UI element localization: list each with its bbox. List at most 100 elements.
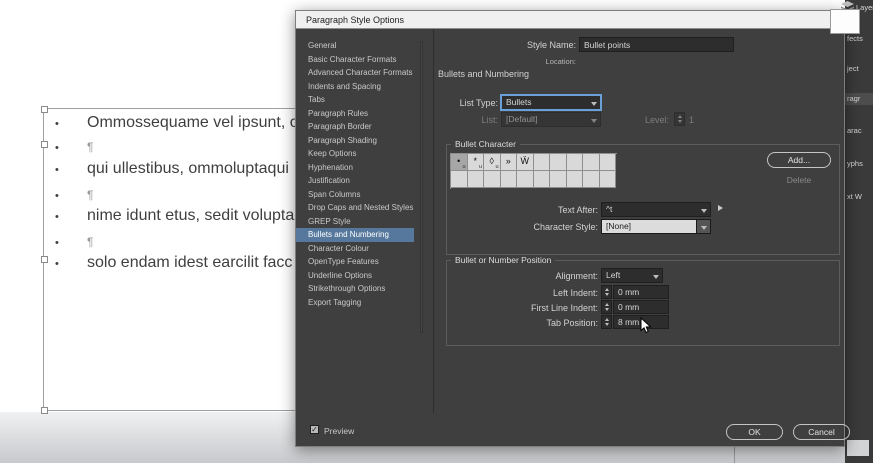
- pilcrow-mark: ¶: [87, 140, 93, 154]
- alignment-label: Alignment:: [516, 271, 598, 281]
- chevron-down-icon: [591, 102, 597, 106]
- sidebar-item-keep-options[interactable]: Keep Options: [296, 147, 414, 161]
- bullet-glyph: •: [55, 211, 59, 223]
- text-after-combo[interactable]: ^t: [601, 202, 711, 217]
- app-window: • Ommossequame vel ipsunt, o • ¶ • qui u…: [0, 0, 873, 463]
- sidebar-item-tabs[interactable]: Tabs: [296, 93, 414, 107]
- bullet-glyph: •: [55, 190, 59, 202]
- character-style-dropdown[interactable]: [None]: [601, 219, 711, 234]
- frame-handle[interactable]: [41, 106, 48, 113]
- add-button[interactable]: Add...: [767, 152, 831, 168]
- sidebar-item-paragraph-shading[interactable]: Paragraph Shading: [296, 134, 414, 148]
- sidebar-item-bullets-and-numbering[interactable]: Bullets and Numbering: [296, 228, 414, 242]
- floating-swatch-panel: [830, 9, 860, 34]
- bullet-glyph-cell-empty[interactable]: [534, 171, 551, 188]
- paragraph-style-options-dialog: Paragraph Style Options General Basic Ch…: [295, 10, 845, 447]
- dialog-sidebar: General Basic Character Formats Advanced…: [296, 29, 434, 413]
- sidebar-item-drop-caps-and-nested-styles[interactable]: Drop Caps and Nested Styles: [296, 201, 414, 215]
- left-indent-input[interactable]: 0 mm: [613, 285, 669, 299]
- bullet-glyph-cell-empty[interactable]: [468, 171, 485, 188]
- cancel-button[interactable]: Cancel: [793, 424, 850, 440]
- chevron-down-icon: [701, 226, 707, 230]
- bullet-glyph: •: [55, 258, 59, 270]
- pilcrow-mark: ¶: [87, 235, 93, 249]
- tab-position-stepper[interactable]: [601, 315, 612, 329]
- style-name-label: Style Name:: [476, 40, 576, 50]
- doc-line: • solo endam idest earcilit facc: [43, 254, 295, 274]
- dialog-titlebar[interactable]: Paragraph Style Options: [296, 11, 844, 29]
- bullet-glyph-cell-empty[interactable]: [451, 171, 468, 188]
- sidebar-item-strikethrough-options[interactable]: Strikethrough Options: [296, 282, 414, 296]
- bullet-glyph-cell-empty[interactable]: [534, 154, 551, 171]
- bullet-glyph: •: [55, 142, 59, 154]
- sidebar-item-grep-style[interactable]: GREP Style: [296, 215, 414, 229]
- level-value: 1: [689, 115, 694, 125]
- sidebar-item-character-colour[interactable]: Character Colour: [296, 242, 414, 256]
- sidebar-item-paragraph-border[interactable]: Paragraph Border: [296, 120, 414, 134]
- bullet-glyph-cell-empty[interactable]: [484, 171, 501, 188]
- bullet-glyph-cell-empty[interactable]: [583, 154, 600, 171]
- sidebar-item-export-tagging[interactable]: Export Tagging: [296, 296, 414, 310]
- preview-label: Preview: [324, 426, 354, 436]
- bullet-glyph-cell-empty[interactable]: [501, 171, 518, 188]
- sidebar-scrollbar[interactable]: [420, 41, 423, 333]
- dock-item-character-styles[interactable]: arac: [847, 125, 873, 137]
- bullet-glyph-cell[interactable]: »: [501, 154, 518, 171]
- chevron-down-icon: [653, 275, 659, 279]
- sidebar-item-basic-character-formats[interactable]: Basic Character Formats: [296, 53, 414, 67]
- dock-item-effects[interactable]: fects: [847, 33, 873, 45]
- bullet-glyph-cell[interactable]: ◊ u: [484, 154, 501, 171]
- list-type-dropdown[interactable]: Bullets: [501, 95, 601, 110]
- unicode-marker: u: [479, 164, 482, 170]
- dock-item-glyphs[interactable]: yphs: [847, 158, 873, 170]
- dropdown-arrow-segment[interactable]: [696, 220, 710, 233]
- bullet-glyph-cell-empty[interactable]: [583, 171, 600, 188]
- list-type-label: List Type:: [426, 98, 498, 108]
- bullet-glyph-cell-empty[interactable]: [600, 171, 617, 188]
- bullet-glyph: •: [55, 237, 59, 249]
- bullet-glyph-cell[interactable]: * u: [468, 154, 485, 171]
- alignment-dropdown[interactable]: Left: [601, 268, 663, 283]
- bullet-glyph-cell-empty[interactable]: [567, 154, 584, 171]
- sidebar-item-advanced-character-formats[interactable]: Advanced Character Formats: [296, 66, 414, 80]
- doc-line: • Ommossequame vel ipsunt, o: [43, 114, 295, 134]
- bullet-glyph-cell[interactable]: Ẅ: [517, 154, 534, 171]
- bullet-glyph-cell-empty[interactable]: [600, 154, 617, 171]
- text-after-flyout-icon[interactable]: [718, 205, 723, 211]
- sidebar-item-opentype-features[interactable]: OpenType Features: [296, 255, 414, 269]
- sidebar-item-indents-and-spacing[interactable]: Indents and Spacing: [296, 80, 414, 94]
- sidebar-item-justification[interactable]: Justification: [296, 174, 414, 188]
- sidebar-item-paragraph-rules[interactable]: Paragraph Rules: [296, 107, 414, 121]
- mouse-cursor: [640, 317, 652, 334]
- first-line-indent-label: First Line Indent:: [506, 303, 598, 313]
- bullet-glyph-cell-empty[interactable]: [567, 171, 584, 188]
- bullet-position-title: Bullet or Number Position: [451, 255, 555, 265]
- bullet-glyph-cell-empty[interactable]: [550, 171, 567, 188]
- sidebar-item-underline-options[interactable]: Underline Options: [296, 269, 414, 283]
- dock-item-text-wrap[interactable]: xt W: [847, 191, 873, 203]
- bullet-glyph-cell-empty[interactable]: [550, 154, 567, 171]
- bullet-glyph-cell-empty[interactable]: [517, 171, 534, 188]
- level-label: Level:: [621, 115, 669, 125]
- location-label: Location:: [496, 57, 576, 66]
- dock-item-object-styles[interactable]: ject: [847, 63, 873, 75]
- preview-checkbox[interactable]: ✓: [310, 425, 319, 434]
- first-line-indent-input[interactable]: 0 mm: [613, 300, 669, 314]
- bullet-glyph: •: [55, 118, 59, 130]
- page-edge: [734, 447, 735, 463]
- character-style-label: Character Style:: [516, 222, 598, 232]
- sidebar-item-span-columns[interactable]: Span Columns: [296, 188, 414, 202]
- first-line-indent-stepper[interactable]: [601, 300, 612, 314]
- doc-line: • ¶: [43, 233, 295, 253]
- bullet-glyph-cell[interactable]: • u: [451, 154, 468, 171]
- doc-line: • qui ullestibus, ommoluptaqui: [43, 160, 295, 180]
- ok-button[interactable]: OK: [726, 424, 783, 440]
- sidebar-item-general[interactable]: General: [296, 39, 414, 53]
- tab-position-label: Tab Position:: [516, 318, 598, 328]
- panel-dock: Layers fects ject ragr arac yphs xt W: [845, 0, 873, 463]
- sidebar-item-hyphenation[interactable]: Hyphenation: [296, 161, 414, 175]
- left-indent-stepper[interactable]: [601, 285, 612, 299]
- frame-handle[interactable]: [41, 407, 48, 414]
- dock-item-paragraph-styles[interactable]: ragr: [845, 93, 873, 105]
- style-name-input[interactable]: [579, 37, 734, 52]
